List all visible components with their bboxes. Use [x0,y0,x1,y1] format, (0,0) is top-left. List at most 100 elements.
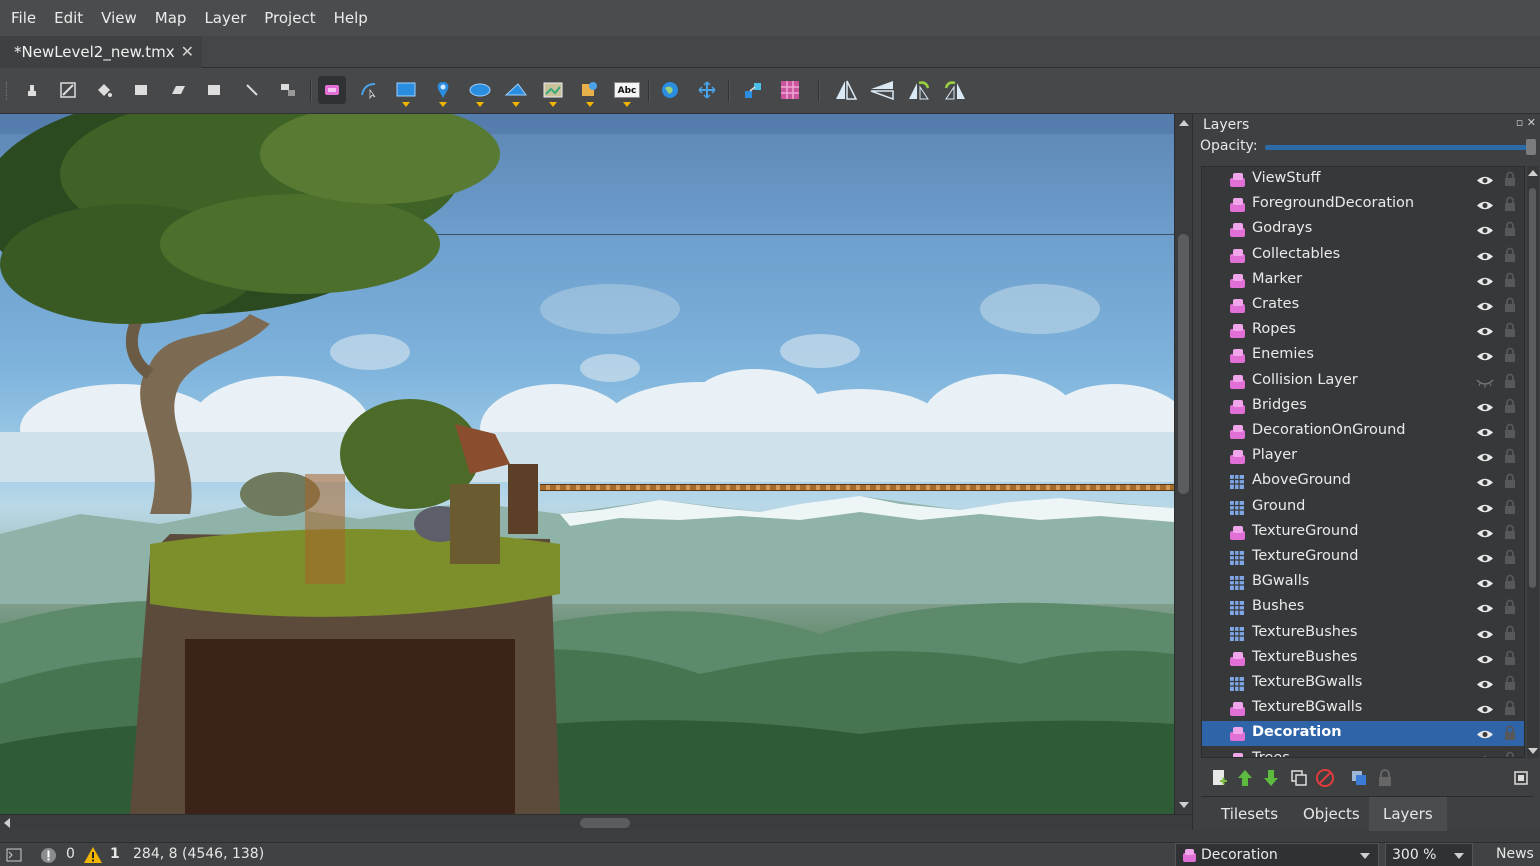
lock-icon[interactable] [1504,574,1516,590]
menu-help[interactable]: Help [325,0,377,36]
visibility-eye-icon[interactable] [1476,653,1494,664]
canvas-vertical-scrollbar[interactable] [1174,114,1192,814]
lock-unlock-other-layers-icon[interactable] [1375,768,1395,788]
shape-fill-icon[interactable] [127,76,155,104]
layer-row[interactable]: Collectables [1202,243,1524,268]
new-layer-icon[interactable] [1209,768,1229,788]
eraser-icon[interactable] [164,76,192,104]
lock-icon[interactable] [1504,499,1516,515]
layer-row[interactable]: Bushes [1202,595,1524,620]
close-dock-icon[interactable]: ✕ [1527,116,1536,129]
menu-file[interactable]: File [2,0,45,36]
lock-icon[interactable] [1504,549,1516,565]
visibility-eye-icon[interactable] [1476,502,1494,513]
lock-icon[interactable] [1504,247,1516,263]
opacity-slider[interactable] [1265,145,1531,150]
layer-row[interactable]: ViewStuff [1202,167,1524,192]
select-same-tile-icon[interactable] [274,76,302,104]
stamp-brush-icon[interactable] [18,76,46,104]
current-layer-select[interactable]: Decoration [1175,843,1379,866]
visibility-eye-icon[interactable] [1476,476,1494,487]
bucket-fill-icon[interactable] [90,76,118,104]
lower-layer-icon[interactable] [1261,768,1281,788]
scrollbar-thumb[interactable] [1178,234,1189,494]
layer-properties-icon[interactable] [1511,768,1531,788]
remove-layer-icon[interactable] [1315,768,1335,788]
visibility-eye-icon[interactable] [1476,577,1494,588]
visibility-eye-icon[interactable] [1476,300,1494,311]
visibility-eye-icon[interactable] [1476,703,1494,714]
insert-tile-icon[interactable] [539,76,567,107]
lock-icon[interactable] [1504,524,1516,540]
console-icon[interactable] [6,848,22,862]
scroll-up-icon[interactable] [1528,170,1538,176]
layer-row[interactable]: Marker [1202,268,1524,293]
layer-row[interactable]: Collision Layer [1202,369,1524,394]
layer-list-scrollbar[interactable] [1527,166,1539,758]
lock-icon[interactable] [1504,448,1516,464]
layer-row[interactable]: BGwalls [1202,570,1524,595]
insert-polygon-icon[interactable] [502,76,530,107]
warning-icon[interactable] [83,846,103,864]
insert-ellipse-icon[interactable] [466,76,494,107]
random-mode-icon[interactable] [739,76,767,104]
visibility-eye-icon[interactable] [1476,426,1494,437]
hidden-eye-icon[interactable] [1476,376,1494,388]
scrollbar-thumb[interactable] [1529,188,1536,588]
menu-layer[interactable]: Layer [195,0,255,36]
visibility-eye-icon[interactable] [1476,552,1494,563]
visibility-eye-icon[interactable] [1476,250,1494,261]
lock-icon[interactable] [1504,700,1516,716]
lock-icon[interactable] [1504,347,1516,363]
tab-objects[interactable]: Objects [1289,797,1374,831]
layer-row[interactable]: ForegroundDecoration [1202,192,1524,217]
layer-row[interactable]: Enemies [1202,343,1524,368]
layer-row[interactable]: TextureBushes [1202,646,1524,671]
visibility-eye-icon[interactable] [1476,628,1494,639]
visibility-eye-icon[interactable] [1476,174,1494,185]
document-tab[interactable]: *NewLevel2_new.tmx ✕ [0,36,202,68]
raise-layer-icon[interactable] [1235,768,1255,788]
lock-icon[interactable] [1504,473,1516,489]
insert-point-icon[interactable] [429,76,457,107]
edit-polygons-icon[interactable] [355,76,383,104]
visibility-eye-icon[interactable] [1476,199,1494,210]
layer-row[interactable]: TextureGround [1202,545,1524,570]
layer-row[interactable]: Godrays [1202,217,1524,242]
visibility-eye-icon[interactable] [1476,527,1494,538]
visibility-eye-icon[interactable] [1476,350,1494,361]
layer-row[interactable]: AboveGround [1202,469,1524,494]
canvas-horizontal-scrollbar[interactable] [0,814,1192,830]
lock-icon[interactable] [1504,221,1516,237]
error-icon[interactable] [40,847,57,864]
layer-row[interactable]: Player [1202,444,1524,469]
scroll-down-icon[interactable] [1528,748,1538,754]
float-dock-icon[interactable]: ▫ [1516,116,1523,129]
visibility-eye-icon[interactable] [1476,401,1494,412]
lock-icon[interactable] [1504,196,1516,212]
lock-icon[interactable] [1504,625,1516,641]
rotate-right-icon[interactable] [941,76,969,104]
world-tool-icon[interactable] [656,76,684,104]
lock-icon[interactable] [1504,272,1516,288]
lock-icon[interactable] [1504,322,1516,338]
scrollbar-thumb[interactable] [580,818,630,828]
layer-row[interactable]: Crates [1202,293,1524,318]
visibility-eye-icon[interactable] [1476,728,1494,739]
layer-row[interactable]: Bridges [1202,394,1524,419]
visibility-eye-icon[interactable] [1476,325,1494,336]
layer-row[interactable]: TextureBGwalls [1202,696,1524,721]
scroll-left-icon[interactable] [4,818,10,828]
lock-icon[interactable] [1504,171,1516,187]
layer-row[interactable]: DecorationOnGround [1202,419,1524,444]
select-objects-icon[interactable] [318,76,346,104]
insert-template-icon[interactable] [576,76,604,107]
layer-row[interactable]: Trees [1202,747,1524,757]
menu-map[interactable]: Map [146,0,196,36]
menu-view[interactable]: View [92,0,146,36]
lock-icon[interactable] [1504,297,1516,313]
terrain-brush-icon[interactable] [54,76,82,104]
opacity-slider-handle[interactable] [1526,139,1536,155]
insert-rectangle-icon[interactable] [392,76,420,107]
duplicate-layer-icon[interactable] [1289,768,1309,788]
